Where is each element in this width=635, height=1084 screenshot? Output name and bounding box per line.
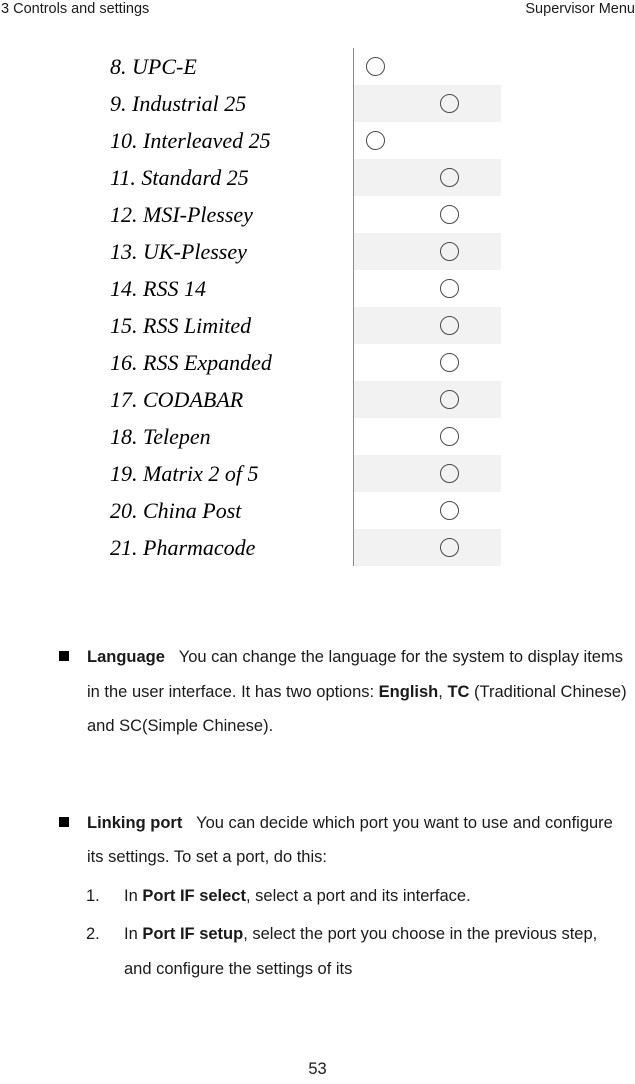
symbology-label: 14. RSS 14 [110, 276, 206, 301]
radio-button-icon[interactable] [440, 501, 459, 520]
table-row: 12. MSI-Plessey [0, 196, 635, 233]
bullet-item-language: Language You can change the language for… [0, 640, 635, 744]
table-column-divider [353, 85, 354, 122]
header-chapter-title: 3 Controls and settings [1, 1, 150, 17]
table-column-divider [353, 418, 354, 455]
table-column-divider [353, 492, 354, 529]
symbology-label: 11. Standard 25 [110, 165, 249, 190]
bullet-item-linking-port: Linking port You can decide which port y… [0, 806, 635, 875]
radio-button-icon[interactable] [440, 390, 459, 409]
step-1-text-part1: In [124, 886, 143, 905]
row-shading [354, 492, 501, 529]
row-shading [354, 307, 501, 344]
step-2-text-part1: In [124, 925, 143, 943]
symbology-label: 12. MSI-Plessey [110, 202, 253, 227]
symbology-label: 17. CODABAR [110, 387, 244, 412]
radio-button-icon[interactable] [440, 94, 459, 113]
language-gap [165, 648, 179, 666]
table-column-divider [353, 529, 354, 566]
table-row: 15. RSS Limited [0, 307, 635, 344]
table-column-divider [353, 48, 354, 85]
radio-button-icon[interactable] [440, 168, 459, 187]
linking-port-term: Linking port [87, 813, 183, 832]
numbered-step-1: 1. In Port IF select, select a port and … [0, 879, 635, 914]
row-shading [354, 233, 501, 270]
symbology-label: 16. RSS Expanded [110, 350, 272, 375]
table-row: 9. Industrial 25 [0, 85, 635, 122]
bullet-linking-port-text: Linking port You can decide which port y… [87, 806, 627, 875]
step-1-menu-name: Port IF select [142, 886, 246, 905]
table-column-divider [353, 344, 354, 381]
table-row: 17. CODABAR [0, 381, 635, 418]
square-bullet-icon [59, 816, 69, 827]
table-column-divider [353, 122, 354, 159]
radio-button-icon[interactable] [440, 242, 459, 261]
symbology-label: 20. China Post [110, 498, 242, 523]
step-2-number: 2. [86, 925, 100, 943]
row-shading [354, 159, 501, 196]
language-option-tc: TC [447, 682, 470, 701]
radio-button-icon[interactable] [440, 538, 459, 557]
radio-button-icon[interactable] [440, 427, 459, 446]
table-column-divider [353, 159, 354, 196]
symbology-label: 13. UK-Plessey [110, 239, 247, 264]
symbology-label: 21. Pharmacode [110, 535, 256, 560]
row-shading [354, 270, 501, 307]
numbered-step-2: 2. In Port IF setup, select the port you… [0, 917, 635, 986]
row-shading [354, 418, 501, 455]
step-2-menu-name: Port IF setup [142, 925, 244, 943]
table-row: 10. Interleaved 25 [0, 122, 635, 159]
row-shading [354, 85, 501, 122]
radio-button-icon[interactable] [366, 57, 385, 76]
table-column-divider [353, 381, 354, 418]
linking-port-gap [182, 814, 196, 832]
table-row: 16. RSS Expanded [0, 344, 635, 381]
table-row: 11. Standard 25 [0, 159, 635, 196]
radio-button-icon[interactable] [440, 353, 459, 372]
square-bullet-icon [59, 651, 69, 661]
row-shading [354, 196, 501, 233]
row-shading [354, 344, 501, 381]
radio-button-icon[interactable] [440, 316, 459, 335]
radio-button-icon[interactable] [366, 131, 385, 150]
page-body-content: Language You can change the language for… [0, 640, 635, 986]
table-row: 19. Matrix 2 of 5 [0, 455, 635, 492]
language-option-english: English [378, 682, 439, 701]
page-number: 53 [308, 1060, 327, 1078]
step-1-number: 1. [86, 886, 100, 905]
table-row: 13. UK-Plessey [0, 233, 635, 270]
table-row: 14. RSS 14 [0, 270, 635, 307]
table-row: 18. Telepen [0, 418, 635, 455]
radio-button-icon[interactable] [440, 205, 459, 224]
symbology-settings-table: 8. UPC-E 9. Industrial 25 10. Interleaved … [0, 48, 635, 566]
table-column-divider [353, 455, 354, 492]
language-term: Language [87, 648, 165, 666]
row-shading [354, 381, 501, 418]
table-row: 21. Pharmacode [0, 529, 635, 566]
header-section-title: Supervisor Menu [525, 1, 635, 17]
radio-button-icon[interactable] [440, 464, 459, 483]
step-1-text-part2: , select a port and its interface. [245, 886, 471, 905]
symbology-label: 15. RSS Limited [110, 313, 252, 338]
symbology-label: 18. Telepen [110, 424, 211, 449]
table-column-divider [353, 307, 354, 344]
row-shading [354, 529, 501, 566]
symbology-label: 8. UPC-E [110, 54, 197, 79]
symbology-label: 10. Interleaved 25 [110, 128, 271, 153]
table-column-divider [353, 233, 354, 270]
radio-button-icon[interactable] [440, 279, 459, 298]
table-column-divider [353, 270, 354, 307]
table-row: 20. China Post [0, 492, 635, 529]
page-running-header: 3 Controls and settings Supervisor Menu [0, 0, 635, 26]
symbology-label: 9. Industrial 25 [110, 91, 247, 116]
row-shading [354, 455, 501, 492]
bullet-language-text: Language You can change the language for… [87, 640, 627, 744]
table-row: 8. UPC-E [0, 48, 635, 85]
symbology-label: 19. Matrix 2 of 5 [110, 461, 259, 486]
table-column-divider [353, 196, 354, 233]
